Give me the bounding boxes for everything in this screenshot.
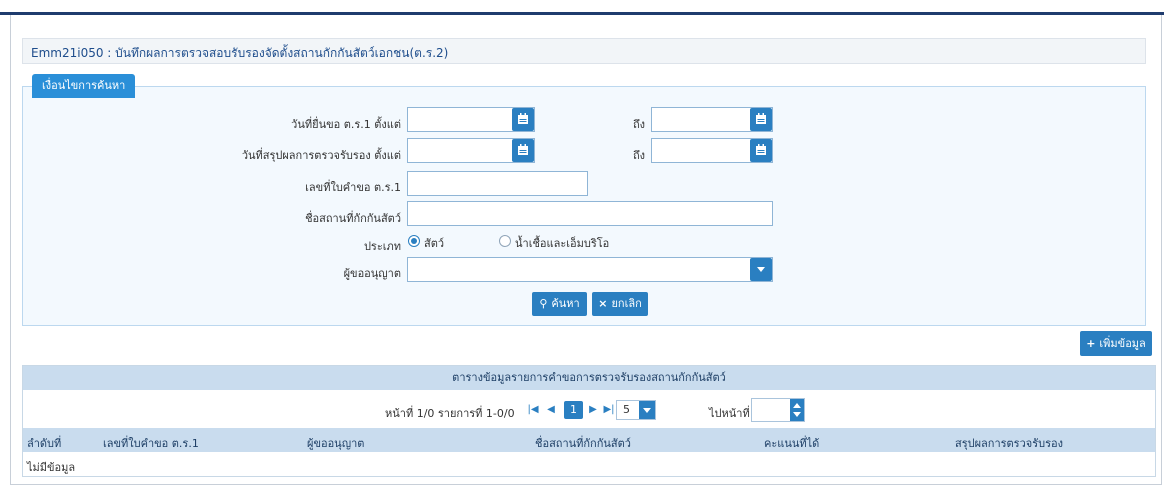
type-option-semen-embryo-label: น้ำเชื้อและเอ็มบริโอ: [515, 237, 610, 250]
request-date-from-label: วันที่ยื่นขอ ต.ร.1 ตั้งแต่: [291, 118, 401, 131]
request-date-to-label: ถึง: [633, 118, 646, 131]
first-page-icon[interactable]: |◀: [525, 402, 541, 418]
grid-title: ตารางข้อมูลรายการคำขอการตรวจรับรองสถานกั…: [23, 366, 1155, 390]
station-name-label: ชื่อสถานที่กักกันสัตว์: [305, 212, 401, 225]
chevron-down-icon[interactable]: [639, 401, 655, 419]
type-option-animal-label: สัตว์: [424, 237, 445, 250]
add-record-button[interactable]: + เพิ่มข้อมูล: [1080, 331, 1152, 356]
result-date-to-input[interactable]: [651, 138, 773, 163]
results-grid: ตารางข้อมูลรายการคำขอการตรวจรับรองสถานกั…: [22, 365, 1156, 477]
licensee-select[interactable]: [407, 257, 773, 282]
result-date-from-input[interactable]: [407, 138, 535, 163]
empty-row: ไม่มีข้อมูล: [27, 461, 76, 474]
prev-page-icon[interactable]: ◀: [543, 402, 559, 418]
grid-column-header: ลำดับที่ เลขที่ใบคำขอ ต.ร.1 ผู้ขออนุญาต …: [23, 428, 1155, 452]
search-icon: ⚲: [539, 297, 548, 310]
spinner-icon[interactable]: [790, 399, 804, 421]
cancel-button[interactable]: × ยกเลิก: [592, 292, 648, 316]
close-icon: ×: [598, 297, 608, 310]
type-label: ประเภท: [363, 240, 401, 253]
calendar-icon[interactable]: [512, 139, 534, 162]
page-header: Emm21i050 : บันทึกผลการตรวจสอบรับรองจัดต…: [22, 38, 1146, 64]
type-radio-semen-embryo[interactable]: [499, 235, 511, 247]
goto-page-label: ไปหน้าที่: [709, 407, 750, 420]
calendar-icon[interactable]: [750, 139, 772, 162]
calendar-icon[interactable]: [512, 108, 534, 131]
chevron-down-icon[interactable]: [750, 258, 772, 281]
page-title: Emm21i050 : บันทึกผลการตรวจสอบรับรองจัดต…: [31, 46, 449, 60]
goto-page-input[interactable]: [751, 398, 805, 422]
plus-icon: +: [1086, 337, 1096, 350]
licensee-label: ผู้ขออนุญาต: [343, 267, 401, 280]
pager: หน้าที่ 1/0 รายการที่ 1-0/0 |◀ ◀ 1 ▶ ▶| …: [23, 390, 1155, 428]
column-header-seq[interactable]: ลำดับที่: [27, 434, 61, 452]
pager-info: หน้าที่ 1/0 รายการที่ 1-0/0: [385, 407, 515, 420]
column-header-licensee[interactable]: ผู้ขออนุญาต: [307, 434, 364, 452]
column-header-score[interactable]: คะแนนที่ได้: [764, 434, 819, 452]
type-radio-animal[interactable]: [408, 235, 420, 247]
search-button[interactable]: ⚲ ค้นหา: [532, 292, 587, 316]
calendar-icon[interactable]: [750, 108, 772, 131]
request-no-input[interactable]: [407, 171, 588, 196]
station-name-input[interactable]: [407, 201, 773, 226]
result-date-to-label: ถึง: [633, 149, 646, 162]
current-page[interactable]: 1: [564, 401, 583, 419]
next-page-icon[interactable]: ▶: [585, 402, 601, 418]
column-header-result[interactable]: สรุปผลการตรวจรับรอง: [955, 434, 1063, 452]
search-conditions-tab[interactable]: เงื่อนไขการค้นหา: [32, 74, 136, 98]
request-date-from-input[interactable]: [407, 107, 535, 132]
request-no-label: เลขที่ใบคำขอ ต.ร.1: [305, 181, 401, 194]
column-header-request-no[interactable]: เลขที่ใบคำขอ ต.ร.1: [103, 434, 199, 452]
column-header-station-name[interactable]: ชื่อสถานที่กักกันสัตว์: [535, 434, 631, 452]
page-size-select[interactable]: 5: [616, 400, 656, 420]
result-date-from-label: วันที่สรุปผลการตรวจรับรอง ตั้งแต่: [241, 149, 401, 162]
last-page-icon[interactable]: ▶|: [601, 402, 617, 418]
request-date-to-input[interactable]: [651, 107, 773, 132]
